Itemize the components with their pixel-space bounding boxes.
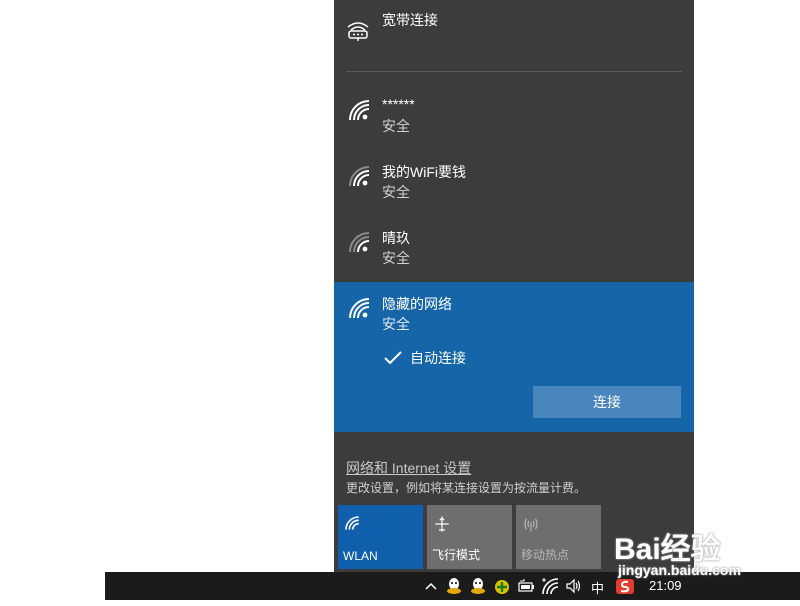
chevron-up-icon[interactable] xyxy=(423,572,439,600)
network-name: 隐藏的网络 xyxy=(382,296,452,312)
auto-connect-label: 自动连接 xyxy=(410,350,466,366)
mobile-hotspot-tile[interactable]: 移动热点 xyxy=(516,505,601,569)
network-status: 安全 xyxy=(382,316,410,332)
wifi-icon xyxy=(344,515,360,536)
airplane-icon xyxy=(433,515,451,538)
volume-icon[interactable] xyxy=(565,572,583,600)
watermark-url: jingyan.baidu.com xyxy=(618,562,741,578)
network-item[interactable]: 晴玖 安全 xyxy=(334,218,694,276)
wifi-secure-icon xyxy=(347,98,371,127)
network-status: 安全 xyxy=(382,250,410,266)
network-flyout: 宽带连接 ****** 安全 我的WiFi要钱 安全 晴玖 安全 隐藏的网络 安… xyxy=(334,0,694,572)
network-name: 晴玖 xyxy=(382,230,410,246)
hotspot-icon xyxy=(522,515,540,538)
battery-icon[interactable] xyxy=(517,572,535,600)
qq-icon[interactable] xyxy=(469,572,487,600)
tile-label: 移动热点 xyxy=(521,548,570,562)
wifi-secure-icon xyxy=(347,296,371,325)
wifi-secure-icon xyxy=(347,164,371,193)
connect-button[interactable]: 连接 xyxy=(533,386,681,418)
ime-indicator[interactable]: 中 xyxy=(591,578,604,606)
airplane-mode-tile[interactable]: 飞行模式 xyxy=(427,505,512,569)
network-settings-description: 更改设置，例如将某连接设置为按流量计费。 xyxy=(346,481,587,495)
wifi-secure-icon xyxy=(347,230,371,259)
network-name: 我的WiFi要钱 xyxy=(382,164,466,180)
tile-label: WLAN xyxy=(343,549,378,563)
wifi-icon[interactable] xyxy=(541,572,559,600)
qq-icon[interactable] xyxy=(445,572,463,600)
network-status: 安全 xyxy=(382,184,410,200)
selected-network-item[interactable]: 隐藏的网络 安全 自动连接 连接 xyxy=(334,282,694,432)
baidu-jingyan-watermark: Bai经验 jingyan.baidu.com xyxy=(612,508,772,588)
dialup-icon xyxy=(346,18,370,47)
network-settings-link[interactable]: 网络和 Internet 设置 xyxy=(346,458,471,478)
broadband-connection-item[interactable]: 宽带连接 xyxy=(334,0,694,60)
network-item[interactable]: ****** 安全 xyxy=(334,86,694,144)
tile-label: 飞行模式 xyxy=(432,548,481,562)
broadband-label: 宽带连接 xyxy=(382,12,438,28)
security-icon[interactable] xyxy=(493,572,511,600)
checkmark-icon xyxy=(384,350,402,371)
network-item[interactable]: 我的WiFi要钱 安全 xyxy=(334,152,694,210)
divider xyxy=(346,71,682,72)
network-name: ****** xyxy=(382,96,415,112)
wlan-toggle-tile[interactable]: WLAN xyxy=(338,505,423,569)
network-status: 安全 xyxy=(382,118,410,134)
